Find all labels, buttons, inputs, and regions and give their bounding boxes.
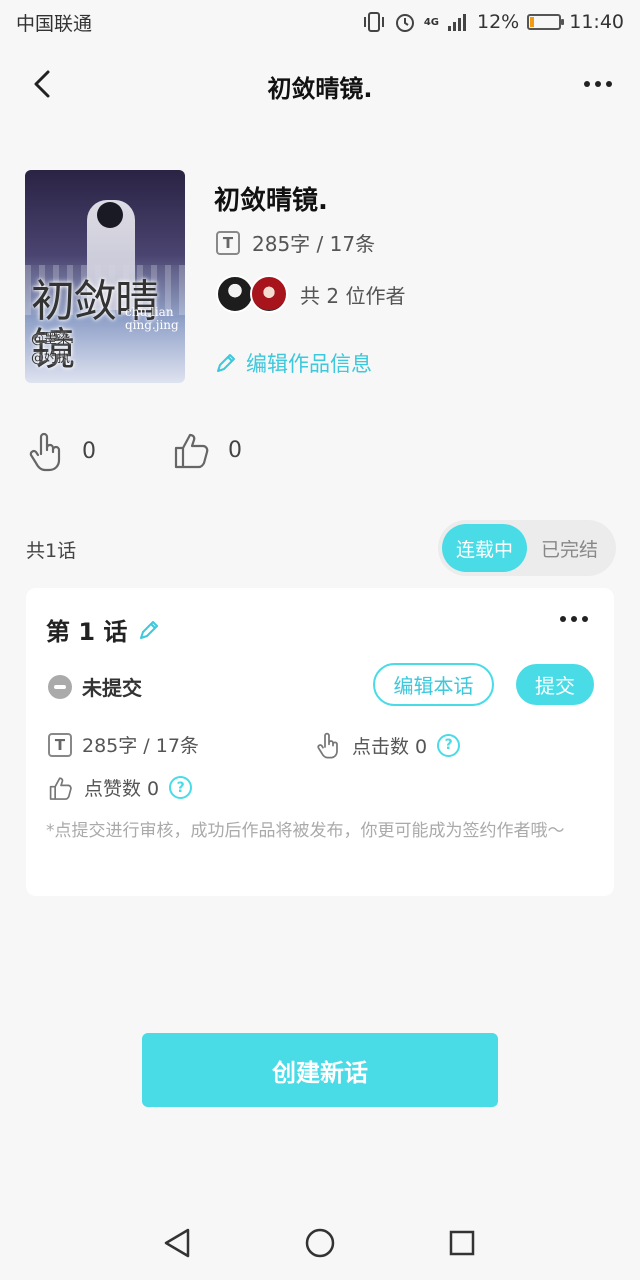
edit-work-info-label: 编辑作品信息 xyxy=(246,352,372,376)
nav-home-icon[interactable] xyxy=(305,1228,335,1258)
tap-icon xyxy=(317,732,338,759)
more-icon[interactable] xyxy=(560,616,588,622)
authors-label: 共 2 位作者 xyxy=(300,283,406,308)
episode-click-count: 点击数 0 xyxy=(352,735,428,758)
episodes-count: 共1话 xyxy=(26,540,77,562)
pencil-icon[interactable] xyxy=(137,618,161,642)
work-title: 初敛晴镜. xyxy=(214,186,328,216)
more-icon[interactable] xyxy=(580,72,616,96)
status-toggle[interactable]: 连载中 已完结 xyxy=(438,520,616,576)
episode-title-row[interactable]: 第 1 话 xyxy=(46,612,161,647)
back-arrow-icon[interactable] xyxy=(26,66,62,102)
nav-back-icon[interactable] xyxy=(164,1228,190,1258)
episode-click-row: 点击数 0 ? xyxy=(316,731,461,759)
avatar[interactable] xyxy=(216,275,254,313)
like-count: 0 xyxy=(228,437,242,463)
edit-work-info-link[interactable]: 编辑作品信息 xyxy=(214,348,372,378)
authors-row[interactable]: 共 2 位作者 xyxy=(216,275,405,313)
cover-authors: @墨染. @妁执. xyxy=(31,332,75,366)
like-stat: 0 xyxy=(172,430,242,470)
click-stat: 0 xyxy=(28,430,96,472)
help-icon[interactable]: ? xyxy=(437,733,461,757)
status-icons: 4G 12% 11:40 xyxy=(362,11,624,33)
text-icon: T xyxy=(216,230,240,255)
nav-header: 初敛晴镜. xyxy=(0,52,640,120)
tap-icon xyxy=(29,432,61,472)
battery-icon xyxy=(527,14,565,30)
avatar[interactable] xyxy=(250,275,288,313)
episode-word-count: 285字 / 17条 xyxy=(82,735,199,757)
word-count: 285字 / 17条 xyxy=(252,232,376,256)
network-label: 4G xyxy=(423,16,439,28)
status-bar: 中国联通 4G 12% 11:40 xyxy=(0,0,640,44)
word-count-row: T 285字 / 17条 xyxy=(216,228,375,257)
status-option-completed[interactable]: 已完结 xyxy=(527,524,612,572)
signal-icon xyxy=(448,14,466,31)
status-option-ongoing[interactable]: 连载中 xyxy=(442,524,527,572)
submit-button[interactable]: 提交 xyxy=(516,664,594,705)
episode-state-label: 未提交 xyxy=(82,676,142,700)
system-nav-bar xyxy=(164,1228,475,1258)
vibrate-icon xyxy=(363,12,384,32)
click-count: 0 xyxy=(82,438,96,464)
minus-circle-icon xyxy=(48,674,72,699)
text-icon: T xyxy=(48,732,72,757)
author-avatars[interactable] xyxy=(216,275,288,313)
thumbs-up-icon xyxy=(49,776,72,800)
battery-percent: 12% xyxy=(477,11,520,33)
page-title: 初敛晴镜. xyxy=(267,74,373,103)
carrier-label: 中国联通 xyxy=(16,12,93,35)
cover-subtitle: chu.lian qing.jing xyxy=(125,305,179,332)
episode-title: 第 1 话 xyxy=(46,618,128,646)
episode-card: 第 1 话 未提交 编辑本话 提交 T 285字 / 17条 点击数 0 ? 点… xyxy=(26,588,614,896)
thumbs-up-icon xyxy=(174,433,209,469)
help-icon[interactable]: ? xyxy=(169,776,193,799)
episode-state: 未提交 xyxy=(48,672,142,701)
clock: 11:40 xyxy=(569,11,624,33)
episode-word-count-row: T 285字 / 17条 xyxy=(48,731,199,758)
submit-note: *点提交进行审核，成功后作品将被发布，你更可能成为签约作者哦～ xyxy=(46,821,565,841)
pencil-icon xyxy=(217,354,235,372)
nav-recent-icon[interactable] xyxy=(449,1230,475,1256)
episode-like-count: 点赞数 0 xyxy=(84,778,160,800)
edit-episode-button[interactable]: 编辑本话 xyxy=(373,663,494,706)
create-episode-button[interactable]: 创建新话 xyxy=(142,1033,498,1107)
episode-like-row: 点赞数 0 ? xyxy=(48,774,193,801)
alarm-icon xyxy=(395,14,414,32)
work-cover-image[interactable]: 初敛晴镜 chu.lian qing.jing @墨染. @妁执. xyxy=(25,170,185,383)
